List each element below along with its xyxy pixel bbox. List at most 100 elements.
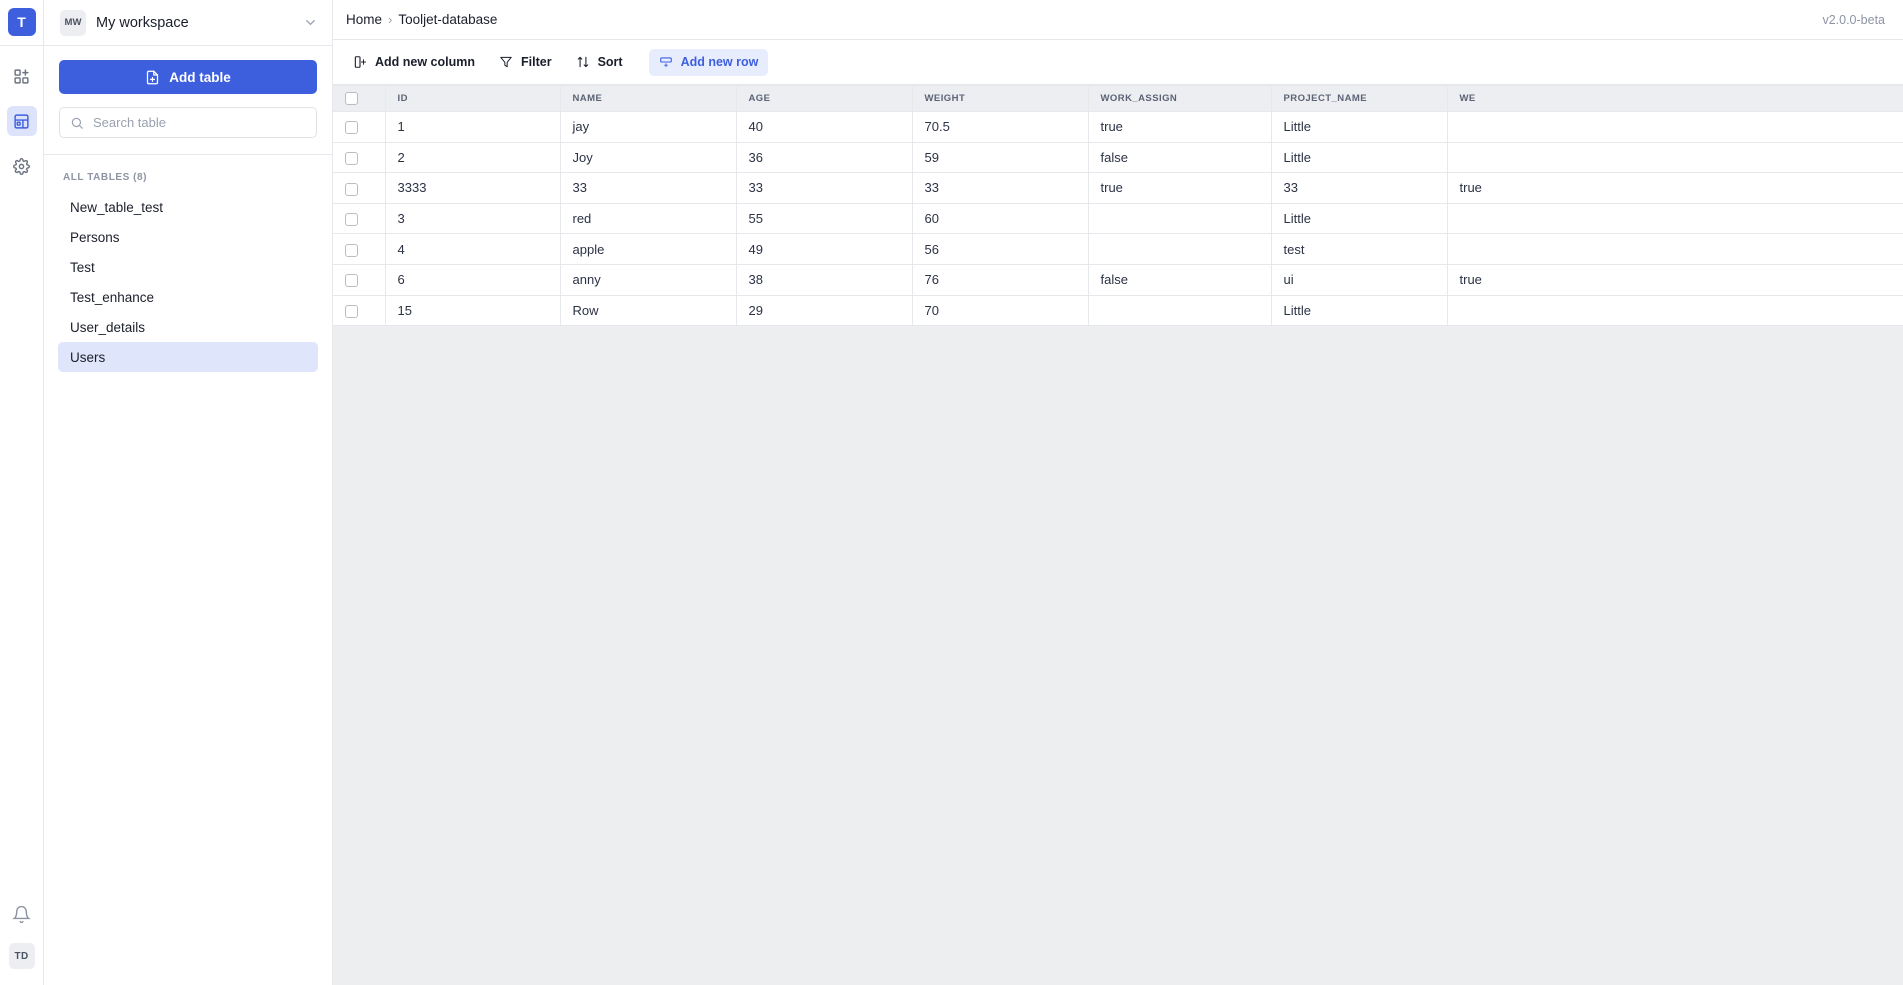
breadcrumb-home[interactable]: Home [346, 12, 382, 27]
table-row[interactable]: 1 jay 40 70.5 true Little [333, 112, 1903, 143]
column-header-work-assign[interactable]: WORK_ASSIGN [1088, 86, 1271, 112]
search-input[interactable] [93, 115, 306, 130]
row-select-cell[interactable] [333, 295, 385, 326]
cell-weight[interactable]: 70 [912, 295, 1088, 326]
cell-name[interactable]: 33 [560, 173, 736, 204]
cell-weight[interactable]: 33 [912, 173, 1088, 204]
cell-name[interactable]: jay [560, 112, 736, 143]
column-header-project-name[interactable]: PROJECT_NAME [1271, 86, 1447, 112]
select-all-checkbox[interactable] [345, 92, 358, 105]
column-header-age[interactable]: AGE [736, 86, 912, 112]
row-select-cell[interactable] [333, 173, 385, 204]
sidebar-item-settings[interactable] [7, 151, 37, 181]
cell-name[interactable]: apple [560, 234, 736, 265]
cell-name[interactable]: anny [560, 264, 736, 295]
cell-name[interactable]: Row [560, 295, 736, 326]
row-select-cell[interactable] [333, 112, 385, 143]
table-list-item-4[interactable]: User_details [58, 312, 318, 342]
table-row[interactable]: 3333 33 33 33 true 33 true [333, 173, 1903, 204]
cell-project-name[interactable]: Little [1271, 203, 1447, 234]
cell-id[interactable]: 1 [385, 112, 560, 143]
row-checkbox[interactable] [345, 183, 358, 196]
row-checkbox[interactable] [345, 121, 358, 134]
cell-id[interactable]: 3333 [385, 173, 560, 204]
cell-id[interactable]: 6 [385, 264, 560, 295]
row-checkbox[interactable] [345, 305, 358, 318]
sort-button[interactable]: Sort [566, 49, 633, 76]
row-checkbox[interactable] [345, 244, 358, 257]
cell-work-assign[interactable] [1088, 234, 1271, 265]
cell-work-assign[interactable]: true [1088, 112, 1271, 143]
cell-work-assign[interactable]: true [1088, 173, 1271, 204]
column-header-we[interactable]: WE [1447, 86, 1903, 112]
row-select-cell[interactable] [333, 203, 385, 234]
cell-weight[interactable]: 56 [912, 234, 1088, 265]
cell-project-name[interactable]: ui [1271, 264, 1447, 295]
add-new-row-button[interactable]: Add new row [649, 49, 769, 76]
cell-work-assign[interactable]: false [1088, 142, 1271, 173]
table-row[interactable]: 2 Joy 36 59 false Little [333, 142, 1903, 173]
avatar[interactable]: TD [9, 943, 35, 969]
table-row[interactable]: 6 anny 38 76 false ui true [333, 264, 1903, 295]
cell-we[interactable]: true [1447, 173, 1903, 204]
row-select-cell[interactable] [333, 234, 385, 265]
cell-name[interactable]: red [560, 203, 736, 234]
cell-id[interactable]: 15 [385, 295, 560, 326]
cell-project-name[interactable]: Little [1271, 295, 1447, 326]
filter-button[interactable]: Filter [489, 49, 562, 76]
cell-weight[interactable]: 59 [912, 142, 1088, 173]
cell-work-assign[interactable] [1088, 203, 1271, 234]
cell-age[interactable]: 38 [736, 264, 912, 295]
column-header-name[interactable]: NAME [560, 86, 736, 112]
cell-age[interactable]: 55 [736, 203, 912, 234]
table-list-item-5[interactable]: Users [58, 342, 318, 372]
table-list-item-3[interactable]: Test_enhance [58, 282, 318, 312]
workspace-switcher[interactable]: MW My workspace [44, 0, 332, 46]
add-new-column-button[interactable]: Add new column [343, 49, 485, 76]
sidebar-item-apps[interactable] [7, 61, 37, 91]
table-list-item-1[interactable]: Persons [58, 222, 318, 252]
cell-age[interactable]: 36 [736, 142, 912, 173]
cell-we[interactable]: true [1447, 264, 1903, 295]
row-checkbox[interactable] [345, 152, 358, 165]
table-row[interactable]: 3 red 55 60 Little [333, 203, 1903, 234]
table-list-item-0[interactable]: New_table_test [58, 192, 318, 222]
cell-id[interactable]: 4 [385, 234, 560, 265]
row-select-cell[interactable] [333, 264, 385, 295]
cell-we[interactable] [1447, 203, 1903, 234]
cell-project-name[interactable]: Little [1271, 142, 1447, 173]
add-table-button[interactable]: Add table [59, 60, 317, 94]
cell-project-name[interactable]: test [1271, 234, 1447, 265]
column-header-weight[interactable]: WEIGHT [912, 86, 1088, 112]
row-select-cell[interactable] [333, 142, 385, 173]
cell-project-name[interactable]: Little [1271, 112, 1447, 143]
sidebar-item-database[interactable] [7, 106, 37, 136]
cell-weight[interactable]: 60 [912, 203, 1088, 234]
cell-age[interactable]: 29 [736, 295, 912, 326]
cell-weight[interactable]: 76 [912, 264, 1088, 295]
table-row[interactable]: 4 apple 49 56 test [333, 234, 1903, 265]
cell-age[interactable]: 49 [736, 234, 912, 265]
row-checkbox[interactable] [345, 213, 358, 226]
cell-name[interactable]: Joy [560, 142, 736, 173]
cell-age[interactable]: 40 [736, 112, 912, 143]
cell-id[interactable]: 2 [385, 142, 560, 173]
table-row[interactable]: 15 Row 29 70 Little [333, 295, 1903, 326]
cell-we[interactable] [1447, 234, 1903, 265]
search-table-field[interactable] [59, 107, 317, 138]
cell-work-assign[interactable]: false [1088, 264, 1271, 295]
select-all-header[interactable] [333, 86, 385, 112]
cell-we[interactable] [1447, 295, 1903, 326]
cell-we[interactable] [1447, 142, 1903, 173]
cell-weight[interactable]: 70.5 [912, 112, 1088, 143]
table-list-item-2[interactable]: Test [58, 252, 318, 282]
column-header-id[interactable]: ID [385, 86, 560, 112]
cell-age[interactable]: 33 [736, 173, 912, 204]
cell-we[interactable] [1447, 112, 1903, 143]
cell-id[interactable]: 3 [385, 203, 560, 234]
row-checkbox[interactable] [345, 274, 358, 287]
cell-project-name[interactable]: 33 [1271, 173, 1447, 204]
cell-work-assign[interactable] [1088, 295, 1271, 326]
app-logo[interactable]: T [8, 8, 36, 36]
notifications-button[interactable] [7, 899, 37, 929]
